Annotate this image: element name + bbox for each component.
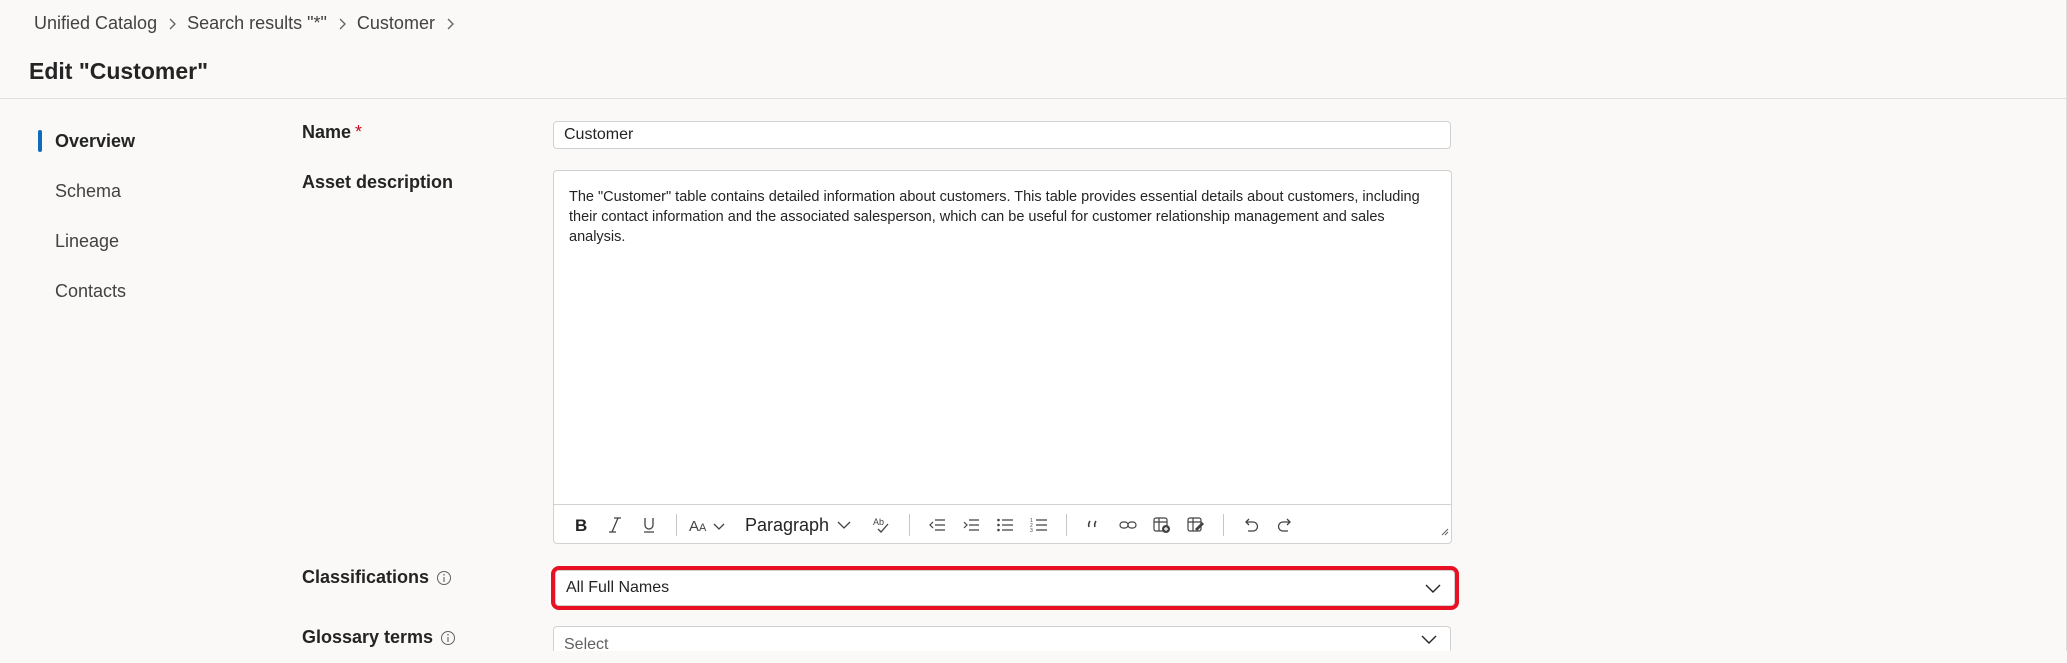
name-label-text: Name — [302, 122, 352, 142]
glossary-terms-select[interactable]: Select — [553, 626, 1451, 653]
toolbar-divider — [676, 514, 677, 536]
resize-handle-icon[interactable] — [1439, 523, 1449, 541]
table-edit-icon[interactable] — [1181, 510, 1211, 540]
side-navigation: Overview Schema Lineage Contacts — [38, 126, 258, 326]
breadcrumb-item-search-results[interactable]: Search results "*" — [187, 13, 327, 34]
page-title: Edit "Customer" — [29, 58, 208, 84]
italic-icon[interactable] — [600, 510, 630, 540]
name-input[interactable]: Customer — [553, 121, 1451, 149]
underline-icon[interactable] — [634, 510, 664, 540]
undo-icon[interactable] — [1236, 510, 1266, 540]
spellcheck-icon[interactable]: Ab — [867, 510, 897, 540]
classifications-select[interactable]: All Full Names — [551, 566, 1459, 610]
bullet-list-icon[interactable] — [990, 510, 1020, 540]
breadcrumb: Unified Catalog Search results "*" Custo… — [34, 13, 465, 34]
font-size-icon[interactable]: AA — [689, 510, 729, 540]
nav-item-overview[interactable]: Overview — [38, 126, 258, 176]
svg-text:A: A — [689, 518, 699, 534]
nav-item-contacts[interactable]: Contacts — [38, 276, 258, 326]
quote-icon[interactable] — [1079, 510, 1109, 540]
classifications-label: Classifications — [302, 567, 452, 588]
chevron-down-icon[interactable] — [1424, 571, 1442, 605]
toolbar-divider — [1066, 514, 1068, 536]
svg-text:3: 3 — [1030, 528, 1033, 533]
chevron-down-icon[interactable] — [1420, 627, 1438, 651]
info-icon[interactable] — [440, 630, 456, 646]
info-icon[interactable] — [436, 570, 452, 586]
glossary-terms-placeholder: Select — [564, 636, 609, 653]
chevron-right-icon — [157, 13, 187, 34]
required-mark: * — [355, 122, 363, 142]
asset-description-label: Asset description — [302, 172, 453, 193]
redo-icon[interactable] — [1270, 510, 1300, 540]
header-divider — [0, 98, 2067, 99]
description-text[interactable]: The "Customer" table contains detailed i… — [569, 187, 1439, 247]
link-icon[interactable] — [1113, 510, 1143, 540]
outdent-icon[interactable] — [922, 510, 952, 540]
svg-text:Ab: Ab — [873, 517, 884, 527]
numbered-list-icon[interactable]: 123 — [1024, 510, 1054, 540]
toolbar-divider — [1223, 514, 1225, 536]
breadcrumb-item-unified-catalog[interactable]: Unified Catalog — [34, 13, 157, 34]
description-editor[interactable]: The "Customer" table contains detailed i… — [553, 170, 1452, 544]
editor-toolbar: B AA Paragraph Ab 123 — [554, 504, 1451, 545]
bold-icon[interactable]: B — [566, 510, 596, 540]
name-label: Name * — [302, 122, 362, 143]
indent-icon[interactable] — [956, 510, 986, 540]
svg-text:B: B — [575, 516, 587, 534]
svg-text:A: A — [699, 522, 707, 534]
nav-item-schema[interactable]: Schema — [38, 176, 258, 226]
chevron-right-icon — [327, 13, 357, 34]
paragraph-style-dropdown[interactable]: Paragraph — [745, 510, 853, 540]
nav-item-lineage[interactable]: Lineage — [38, 226, 258, 276]
glossary-terms-label-text: Glossary terms — [302, 627, 434, 647]
chevron-down-icon — [837, 521, 851, 529]
chevron-right-icon — [435, 13, 465, 34]
breadcrumb-item-customer[interactable]: Customer — [357, 13, 435, 34]
toolbar-divider — [909, 514, 911, 536]
asset-description-label-text: Asset description — [302, 172, 454, 192]
glossary-terms-label: Glossary terms — [302, 627, 456, 648]
paragraph-style-label: Paragraph — [745, 514, 830, 535]
classifications-value: All Full Names — [566, 579, 670, 596]
insert-table-icon[interactable] — [1147, 510, 1177, 540]
classifications-label-text: Classifications — [302, 567, 430, 587]
